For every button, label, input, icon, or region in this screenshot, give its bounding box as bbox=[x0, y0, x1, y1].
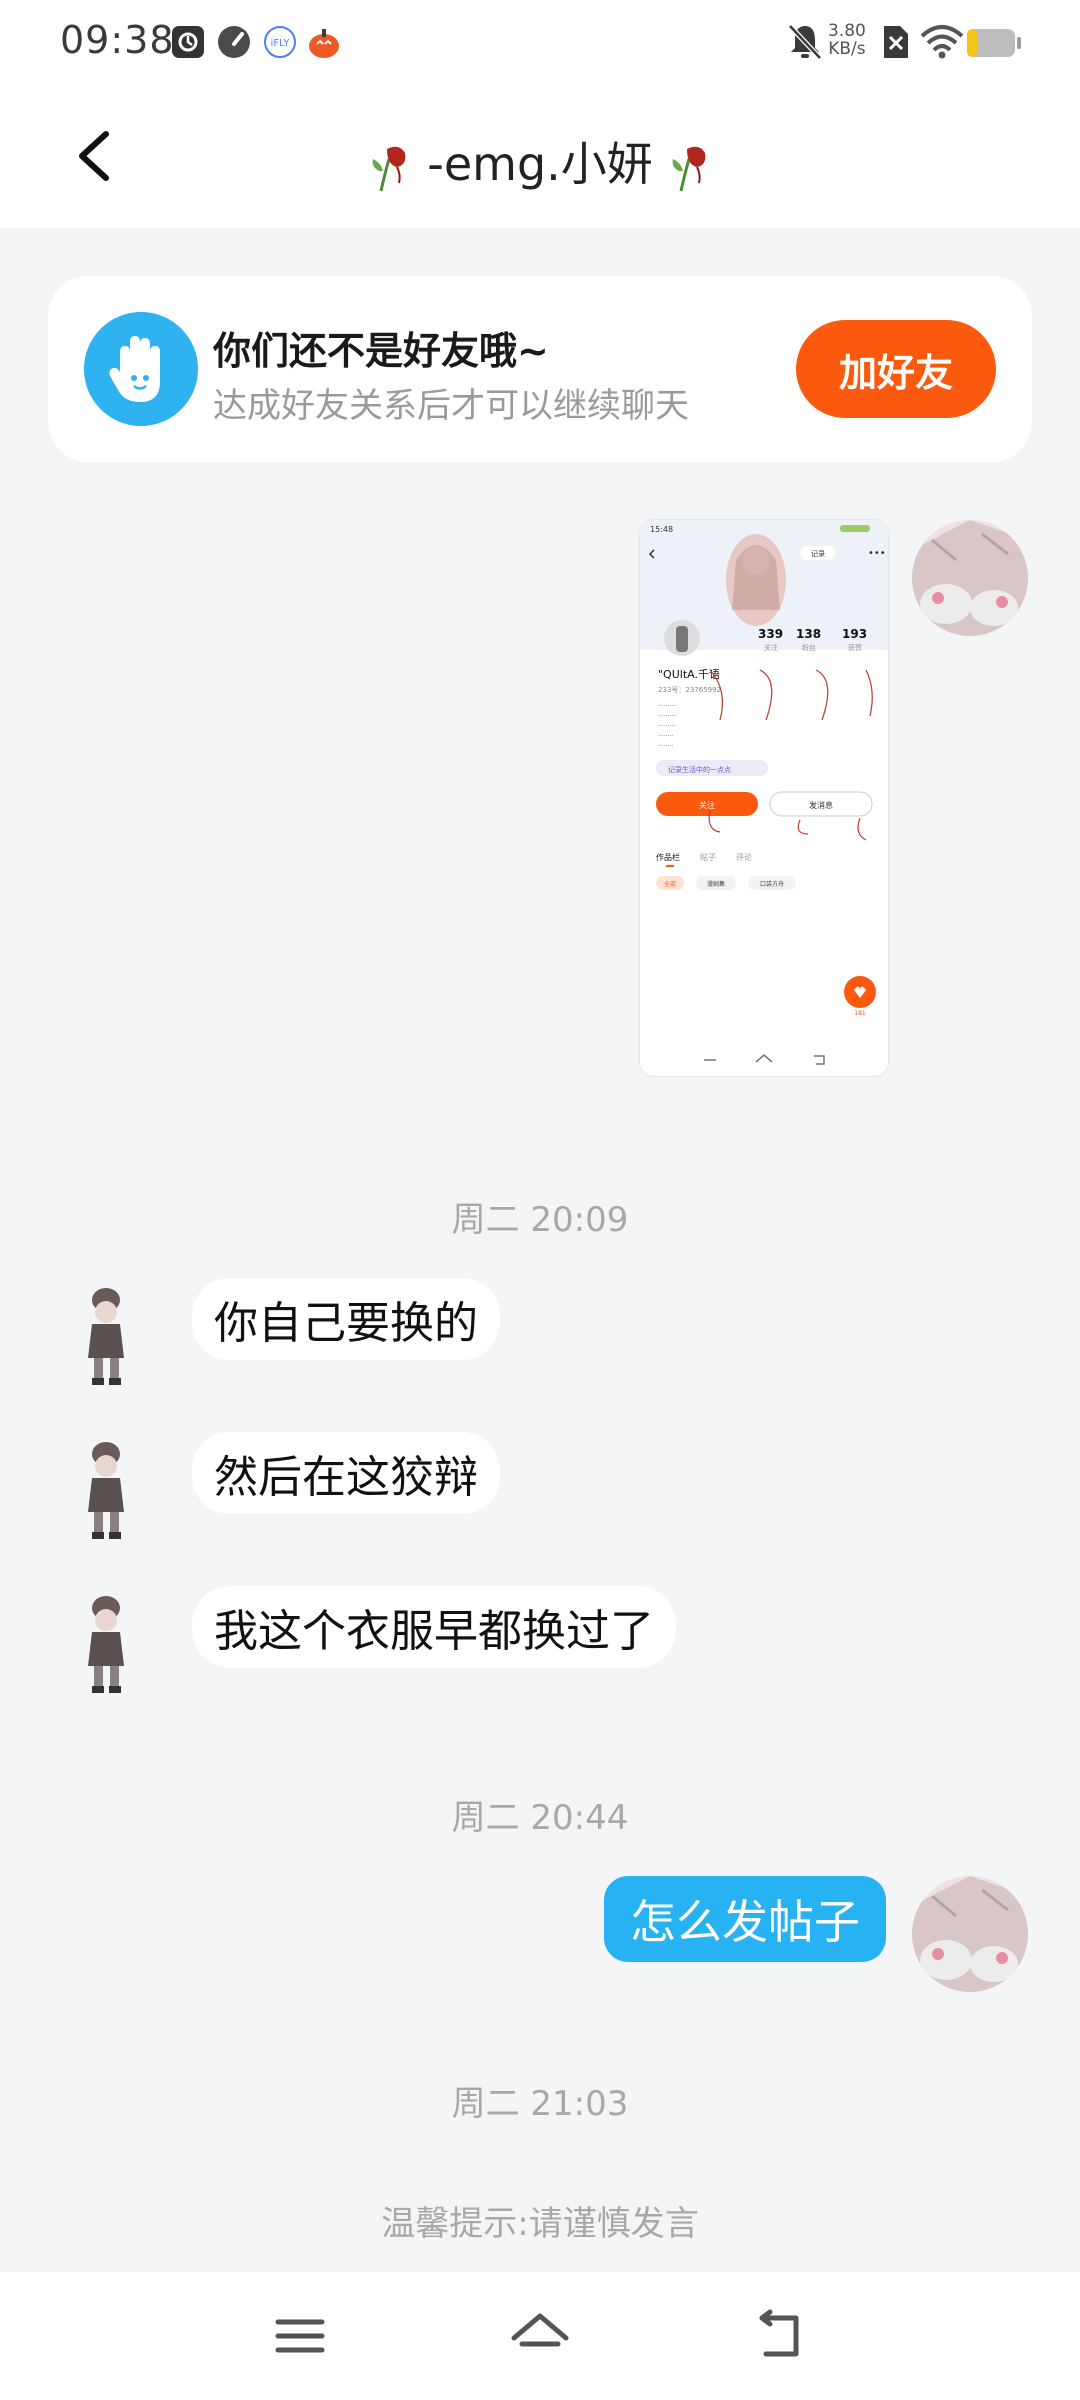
wilted-rose-icon bbox=[372, 146, 405, 191]
menu-icon[interactable] bbox=[270, 2308, 330, 2364]
chat-title: -emg.小妍 bbox=[0, 128, 1080, 194]
thumb-tab-2: 帖子 bbox=[700, 852, 716, 862]
thumb-stat-value-1: 339 bbox=[758, 627, 783, 641]
add-friend-button[interactable]: 加好友 bbox=[796, 320, 996, 418]
chat-header: -emg.小妍 bbox=[0, 86, 1080, 228]
outgoing-message[interactable]: 怎么发帖子 bbox=[604, 1876, 886, 1962]
app-notification-icon bbox=[172, 26, 204, 58]
contact-avatar-image bbox=[88, 1442, 124, 1539]
incoming-message[interactable]: 你自己要换的 bbox=[192, 1278, 500, 1360]
thumb-stat-label-3: 获赞 bbox=[848, 643, 862, 652]
contact-avatar-image bbox=[88, 1596, 124, 1693]
net-speed-value: 3.80 bbox=[828, 21, 866, 41]
mute-icon bbox=[788, 24, 822, 60]
card-subtitle: 达成好友关系后才可以继续聊天 bbox=[213, 386, 689, 426]
shared-screenshot-image[interactable]: 15:48 记录 ••• 339 138 193 关注 粉丝 获赞 "QUltA… bbox=[640, 520, 888, 1076]
chat-title-text: -emg.小妍 bbox=[427, 137, 653, 191]
back-icon[interactable] bbox=[752, 2308, 812, 2364]
my-avatar[interactable] bbox=[912, 520, 1028, 636]
thumb-status-time: 15:48 bbox=[650, 525, 673, 534]
net-speed-unit: KB/s bbox=[828, 39, 866, 59]
thumb-chip-2: 漫剧集 bbox=[707, 880, 725, 888]
net-speed: 3.80 KB/s bbox=[828, 22, 866, 58]
wilted-rose-icon bbox=[672, 146, 706, 191]
svg-text:•••: ••• bbox=[868, 548, 886, 559]
contact-avatar[interactable] bbox=[60, 1432, 152, 1548]
svg-text:iFLY: iFLY bbox=[271, 38, 291, 49]
thumb-stat-label-1: 关注 bbox=[764, 643, 778, 652]
home-icon[interactable] bbox=[510, 2308, 570, 2364]
thumb-follow-label: 记录 bbox=[811, 550, 825, 558]
thumb-tab-3: 评论 bbox=[736, 852, 752, 862]
thumb-stat-value-3: 193 bbox=[842, 627, 867, 641]
status-time: 09:38 bbox=[60, 18, 175, 62]
thumb-bio-3: ......... bbox=[658, 721, 675, 728]
sim-off-icon bbox=[884, 26, 908, 58]
incoming-message[interactable]: 然后在这狡辩 bbox=[192, 1432, 500, 1514]
my-avatar-image bbox=[912, 520, 1028, 636]
thumb-bio-4: ........ bbox=[658, 731, 673, 738]
thumb-bio-2: .......... bbox=[658, 711, 677, 718]
message-timestamp: 周二 20:09 bbox=[451, 1200, 629, 1240]
card-title: 你们还不是好友哦~ bbox=[213, 329, 549, 373]
thumb-bio-1: .......... bbox=[658, 701, 677, 708]
message-timestamp: 周二 21:03 bbox=[451, 2084, 629, 2124]
thumb-chip-1: 全部 bbox=[664, 880, 676, 888]
warm-tip: 温馨提示:请谨慎发言 bbox=[381, 2204, 699, 2244]
thumb-bio-5: ........ bbox=[658, 741, 673, 748]
speedometer-icon bbox=[218, 26, 250, 58]
contact-avatar-image bbox=[88, 1288, 124, 1385]
system-nav-bar bbox=[0, 2272, 1080, 2400]
thumb-follow-button: 关注 bbox=[699, 800, 715, 810]
status-bar: 09:38 iFLY 3.80 KB/s bbox=[0, 0, 1080, 86]
not-friends-card: 你们还不是好友哦~ 达成好友关系后才可以继续聊天 加好友 bbox=[48, 276, 1032, 462]
my-avatar[interactable] bbox=[912, 1876, 1028, 1992]
thumb-tag: 记录生活中的一点点 bbox=[668, 765, 731, 774]
thumb-profile-id: 233号：23765992 bbox=[658, 686, 721, 694]
wifi-icon bbox=[920, 25, 964, 59]
thumb-stat-label-2: 粉丝 bbox=[802, 643, 816, 652]
thumb-tab-1: 作品栏 bbox=[656, 852, 680, 862]
profile-screenshot-thumbnail: 15:48 记录 ••• 339 138 193 关注 粉丝 获赞 "QUltA… bbox=[640, 520, 888, 1076]
incoming-message[interactable]: 我这个衣服早都换过了 bbox=[192, 1586, 676, 1668]
contact-avatar[interactable] bbox=[60, 1278, 152, 1394]
pumpkin-icon bbox=[309, 29, 339, 58]
thumb-chip-3: 口袋方舟 bbox=[760, 880, 784, 888]
message-timestamp: 周二 20:44 bbox=[451, 1798, 629, 1838]
contact-avatar[interactable] bbox=[60, 1586, 152, 1702]
my-avatar-image bbox=[912, 1876, 1028, 1992]
thumb-message-button: 发消息 bbox=[809, 800, 833, 810]
thumb-fab-count: 181 bbox=[854, 1010, 866, 1017]
ifly-icon: iFLY bbox=[264, 26, 296, 58]
battery-icon bbox=[967, 29, 1021, 57]
thumb-stat-value-2: 138 bbox=[796, 627, 821, 641]
waving-hand-icon bbox=[84, 312, 198, 426]
